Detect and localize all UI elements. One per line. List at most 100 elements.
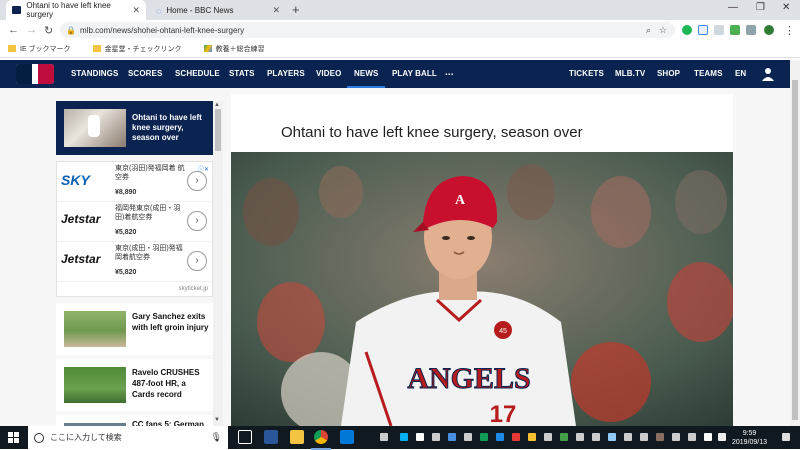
tray-icon[interactable] [432,433,440,441]
url-text: mlb.com/news/shohei-ohtani-left-knee-sur… [80,25,245,35]
profile-avatar[interactable] [764,25,774,35]
nav-tickets[interactable]: TICKETS [569,69,604,78]
tray-icon[interactable] [448,433,456,441]
mlb-logo[interactable] [16,64,54,84]
word-icon[interactable] [264,430,278,444]
nav-play-ball[interactable]: PLAY BALL [392,69,437,78]
scroll-down-icon[interactable]: ▼ [214,417,220,423]
close-icon[interactable]: ✕ [272,5,280,16]
ad-route: 東京(成田・羽田)発福岡着航空券 [115,245,183,261]
windows-start-icon[interactable] [8,432,19,443]
tray-icon[interactable] [592,433,600,441]
tray-icon[interactable] [608,433,616,441]
ad-brand: SKY [61,172,90,188]
news-thumbnail [64,367,126,403]
nav-shop[interactable]: SHOP [657,69,680,78]
tray-icon[interactable] [528,433,536,441]
extension-icon[interactable] [698,25,708,35]
tray-icon[interactable] [688,433,696,441]
list-item[interactable]: Ravelo CRUSHES 487-foot HR, a Cards reco… [56,359,213,411]
ad-row[interactable]: Jetstar 福岡発東京(成田・羽田)着航空券 ¥5,820 › [57,202,212,242]
bookmark-folder[interactable]: 金星堂・チェックリンク [92,44,182,54]
bookmark-label: 金星堂・チェックリンク [104,45,182,53]
ad-row[interactable]: SKY 東京(羽田)発福岡着 航空券 ¥8,890 › [57,162,212,202]
back-icon[interactable]: ← [8,24,19,36]
tray-icon[interactable] [704,433,712,441]
nav-schedule[interactable]: SCHEDULE [175,69,220,78]
task-view-icon[interactable] [238,430,252,444]
skype-icon[interactable] [400,433,408,441]
star-icon[interactable]: ☆ [659,25,667,36]
tray-icon[interactable] [656,433,664,441]
tray-icon[interactable] [560,433,568,441]
microphone-icon[interactable]: 🎙 [211,432,222,443]
list-item[interactable]: Gary Sanchez exits with left groin injur… [56,303,213,355]
bookmark-folder[interactable]: IE ブックマーク [8,44,71,54]
clock[interactable]: 9:59 2019/09/13 [732,429,767,447]
nav-teams[interactable]: TEAMS [694,69,723,78]
chrome-icon[interactable] [311,430,331,450]
cloud-icon[interactable] [416,433,424,441]
nav-more[interactable]: ... [445,67,454,78]
hero-image[interactable]: A 45 ANGELS 17 [231,152,733,426]
nav-stats[interactable]: STATS [229,69,255,78]
tray-icon[interactable] [480,433,488,441]
nav-scores[interactable]: SCORES [128,69,162,78]
file-explorer-icon[interactable] [290,430,304,444]
user-icon[interactable] [762,67,774,81]
zoom-icon[interactable]: ⌕ [646,25,651,36]
minimize-icon[interactable]: — [728,2,738,13]
tray-icon[interactable] [380,433,388,441]
close-window-icon[interactable]: ✕ [782,2,790,13]
tab-bbc[interactable]: ◌ Home - BBC News ✕ [150,0,286,20]
nav-news[interactable]: NEWS [354,69,378,78]
forward-icon[interactable]: → [26,24,37,36]
search-placeholder: ここに入力して検索 [50,433,122,442]
url-input[interactable]: 🔒 mlb.com/news/shohei-ohtani-left-knee-s… [60,22,675,38]
drive-icon [203,45,212,52]
ad-row[interactable]: Jetstar 東京(成田・羽田)発福岡着航空券 ¥5,820 › [57,242,212,282]
notification-icon[interactable] [782,433,790,441]
scroll-up-icon[interactable]: ▲ [214,102,220,108]
jersey-text: ANGELS [407,362,530,395]
ad-price: ¥8,890 [115,189,137,196]
reload-icon[interactable]: ↻ [44,24,53,37]
sidebar-scrollbar[interactable]: ▲ ▼ [213,101,223,426]
page-scrollbar[interactable] [790,60,800,426]
nav-mlbtv[interactable]: MLB.TV [615,69,645,78]
ad-source[interactable]: skyticket.jp [179,286,208,292]
nav-standings[interactable]: STANDINGS [71,69,118,78]
chevron-right-icon[interactable]: › [187,171,207,191]
tray-icon[interactable] [640,433,648,441]
extension-icon[interactable] [714,25,724,35]
tray-icon[interactable] [496,433,504,441]
tray-icon[interactable] [624,433,632,441]
ad-brand: Jetstar [61,252,101,266]
bookmark-drive[interactable]: 教養＋総合練習 [203,44,265,54]
chevron-right-icon[interactable]: › [187,211,207,231]
news-title: Ravelo CRUSHES 487-foot HR, a Cards reco… [132,368,200,399]
tab-ohtani[interactable]: Ohtani to have left knee surgery ✕ [6,0,146,20]
folder-icon [8,45,16,52]
close-icon[interactable]: ✕ [132,5,140,16]
bookmark-label: 教養＋総合練習 [215,45,265,53]
ime-icon[interactable] [718,433,726,441]
menu-icon[interactable]: ⋮ [784,24,795,37]
tray-icon[interactable] [544,433,552,441]
chevron-right-icon[interactable]: › [187,251,207,271]
extension-icon[interactable] [682,25,692,35]
extension-icon[interactable] [730,25,740,35]
nav-players[interactable]: PLAYERS [267,69,305,78]
nav-video[interactable]: VIDEO [316,69,341,78]
tray-icon[interactable] [464,433,472,441]
edge-icon[interactable] [340,430,354,444]
extension-icon[interactable] [746,25,756,35]
sidebar-featured-card[interactable]: Ohtani to have left knee surgery, season… [56,101,213,155]
tray-icon[interactable] [512,433,520,441]
taskbar-search[interactable]: ここに入力して検索 🎙 [28,426,228,449]
tray-icon[interactable] [672,433,680,441]
maximize-icon[interactable]: ❐ [756,2,765,13]
nav-language[interactable]: EN [735,69,746,78]
tray-icon[interactable] [576,433,584,441]
new-tab-button[interactable]: + [292,2,300,17]
